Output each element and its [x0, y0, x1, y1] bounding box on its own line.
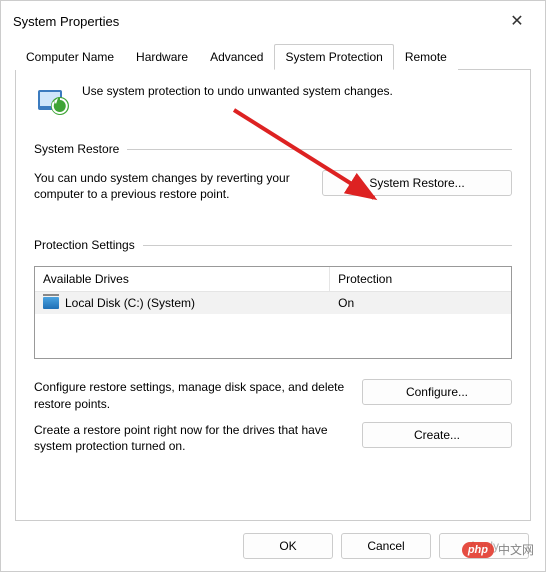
ok-button[interactable]: OK: [243, 533, 333, 559]
drive-name: Local Disk (C:) (System): [65, 296, 195, 310]
tab-strip: Computer Name Hardware Advanced System P…: [15, 43, 531, 70]
system-restore-button[interactable]: System Restore...: [322, 170, 512, 196]
tab-panel: Use system protection to undo unwanted s…: [15, 70, 531, 521]
tab-computer-name[interactable]: Computer Name: [15, 44, 125, 70]
protection-settings-title: Protection Settings: [34, 238, 135, 252]
configure-desc: Configure restore settings, manage disk …: [34, 379, 350, 411]
table-row[interactable]: Local Disk (C:) (System) On: [35, 292, 511, 314]
table-body: Local Disk (C:) (System) On: [35, 292, 511, 358]
tab-system-protection[interactable]: System Protection: [274, 44, 393, 70]
cell-drive: Local Disk (C:) (System): [35, 294, 330, 312]
drives-table: Available Drives Protection Local Disk (…: [34, 266, 512, 359]
titlebar: System Properties ✕: [1, 1, 545, 37]
system-restore-title: System Restore: [34, 142, 119, 156]
divider: [127, 149, 512, 150]
system-restore-header: System Restore: [34, 142, 512, 156]
intro-text: Use system protection to undo unwanted s…: [82, 84, 393, 98]
create-desc: Create a restore point right now for the…: [34, 422, 350, 454]
col-protection[interactable]: Protection: [330, 267, 511, 291]
create-button[interactable]: Create...: [362, 422, 512, 448]
protection-settings-header: Protection Settings: [34, 238, 512, 252]
cell-protection: On: [330, 294, 511, 312]
divider: [143, 245, 512, 246]
watermark: php 中文网: [462, 541, 534, 558]
table-header: Available Drives Protection: [35, 267, 511, 292]
watermark-bubble: php: [462, 542, 494, 558]
col-drives[interactable]: Available Drives: [35, 267, 330, 291]
close-button[interactable]: ✕: [501, 11, 533, 31]
system-properties-window: System Properties ✕ Computer Name Hardwa…: [0, 0, 546, 572]
watermark-text: 中文网: [498, 541, 534, 558]
system-protection-icon: [34, 84, 70, 120]
configure-row: Configure restore settings, manage disk …: [34, 379, 512, 411]
tab-hardware[interactable]: Hardware: [125, 44, 199, 70]
drive-icon: [43, 297, 59, 309]
create-row: Create a restore point right now for the…: [34, 422, 512, 454]
tab-advanced[interactable]: Advanced: [199, 44, 274, 70]
system-restore-desc: You can undo system changes by reverting…: [34, 170, 310, 202]
window-title: System Properties: [13, 14, 119, 29]
content-area: Computer Name Hardware Advanced System P…: [1, 37, 545, 521]
intro-row: Use system protection to undo unwanted s…: [34, 84, 512, 120]
configure-button[interactable]: Configure...: [362, 379, 512, 405]
system-restore-row: You can undo system changes by reverting…: [34, 170, 512, 202]
tab-remote[interactable]: Remote: [394, 44, 458, 70]
cancel-button[interactable]: Cancel: [341, 533, 431, 559]
